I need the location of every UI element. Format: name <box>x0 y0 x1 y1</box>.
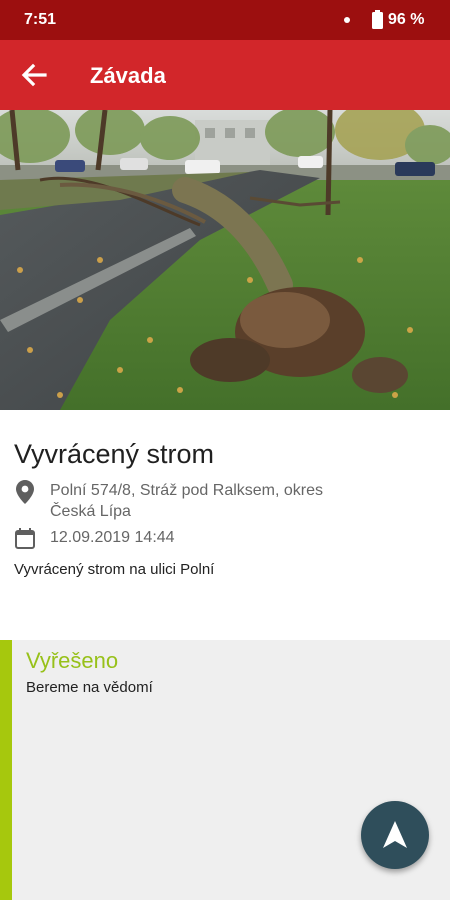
back-button[interactable] <box>18 61 50 89</box>
status-label: Vyřešeno <box>26 648 119 673</box>
issue-title: Vyvrácený strom <box>14 439 215 469</box>
status-note: Bereme na vědomí <box>26 679 153 696</box>
page-title: Závada <box>90 63 166 88</box>
system-status-bar: 7:51 96 % <box>0 0 450 40</box>
app-bar: Závada <box>0 40 450 110</box>
issue-address: Polní 574/8, Stráž pod Ralksem, okres Če… <box>50 482 324 520</box>
arrow-back-icon <box>21 63 47 87</box>
status-color-stripe <box>0 640 12 900</box>
navigate-fab-button[interactable] <box>361 801 429 869</box>
issue-description: Vyvrácený strom na ulici Polní <box>14 561 215 578</box>
issue-details: Vyvrácený strom Polní 574/8, Stráž pod R… <box>0 410 450 640</box>
navigation-arrow-icon <box>383 821 407 848</box>
location-pin-icon <box>16 480 34 504</box>
status-time: 7:51 <box>24 11 57 28</box>
notification-dot-icon <box>344 17 350 23</box>
issue-photo <box>0 110 450 410</box>
battery-level: 96 % <box>388 11 425 28</box>
calendar-icon <box>15 528 35 549</box>
battery-icon <box>372 10 383 29</box>
issue-datetime: 12.09.2019 14:44 <box>50 529 175 546</box>
